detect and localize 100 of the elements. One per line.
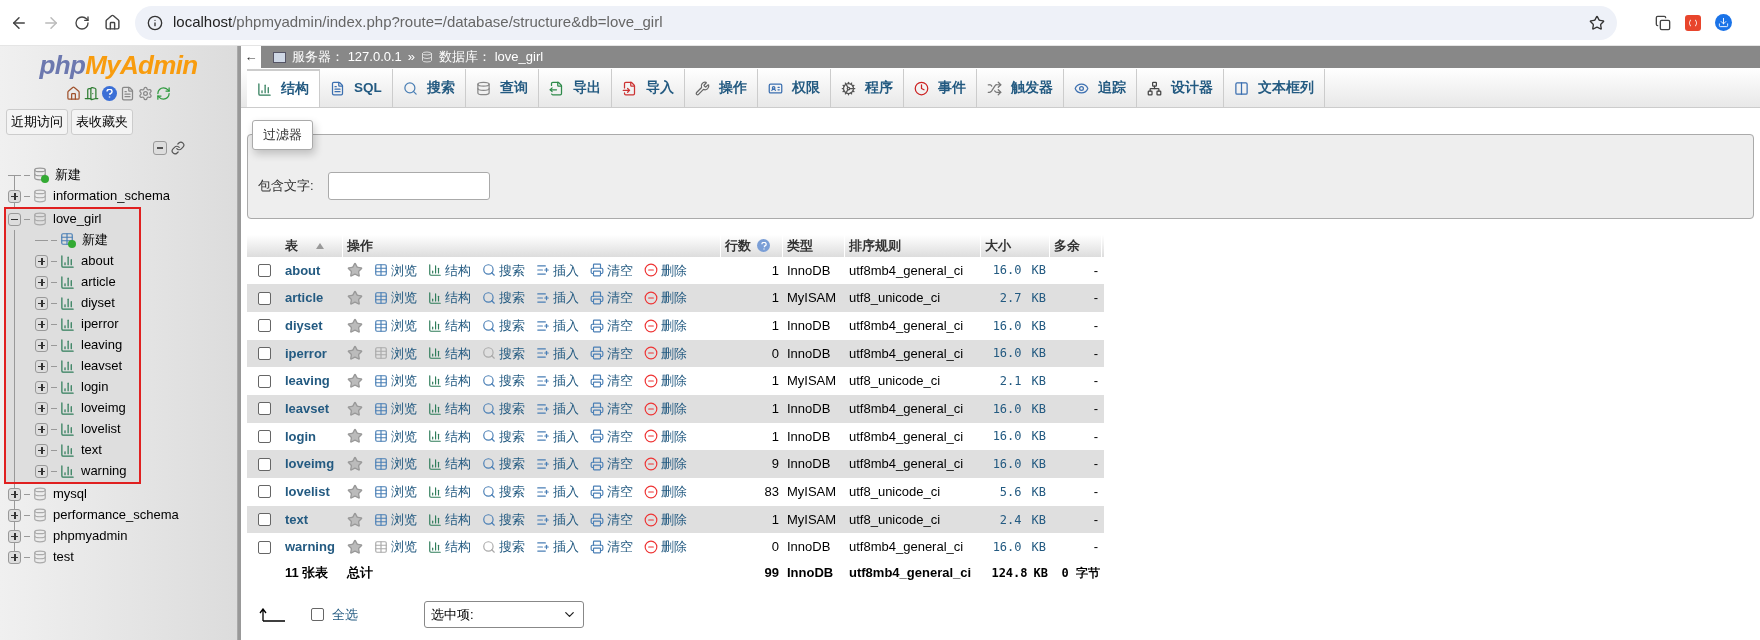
search-link[interactable]: 搜索 <box>482 537 525 557</box>
row-checkbox[interactable] <box>257 346 271 360</box>
structure-link[interactable]: 结构 <box>428 260 471 281</box>
size-value[interactable]: 16.0 <box>992 455 1022 474</box>
structure-link[interactable]: 结构 <box>428 371 471 391</box>
expand-toggle[interactable] <box>8 550 21 564</box>
row-checkbox[interactable] <box>257 513 271 527</box>
row-checkbox[interactable] <box>257 485 271 499</box>
table-name[interactable]: loveimg <box>81 398 126 418</box>
database-name[interactable]: information_schema <box>53 186 171 206</box>
tab[interactable]: 结构 <box>247 69 320 107</box>
tab[interactable]: 追踪 <box>1063 69 1137 107</box>
search-link[interactable]: 搜索 <box>482 426 525 447</box>
insert-link[interactable]: 插入 <box>536 343 579 364</box>
empty-link[interactable]: 清空 <box>590 537 633 557</box>
structure-link[interactable]: 结构 <box>428 454 471 474</box>
insert-link[interactable]: 插入 <box>536 509 579 530</box>
structure-link[interactable]: 结构 <box>428 426 471 447</box>
favorite-star-icon[interactable] <box>347 456 363 473</box>
table-name[interactable]: text <box>81 440 102 460</box>
browse-link[interactable]: 浏览 <box>374 454 417 474</box>
tab[interactable]: 操作 <box>684 69 758 107</box>
drop-link[interactable]: 删除 <box>644 509 687 530</box>
search-link[interactable]: 搜索 <box>482 482 525 502</box>
structure-link[interactable]: 结构 <box>428 343 471 364</box>
insert-link[interactable]: 插入 <box>536 260 579 281</box>
favorite-star-icon[interactable] <box>347 317 363 334</box>
browse-link[interactable]: 浏览 <box>374 315 417 336</box>
size-value[interactable]: 16.0 <box>992 399 1022 418</box>
browse-link[interactable]: 浏览 <box>374 509 417 530</box>
favorite-star-icon[interactable] <box>347 373 363 390</box>
favorite-star-icon[interactable] <box>347 262 363 279</box>
browse-link[interactable]: 浏览 <box>374 426 417 447</box>
expand-toggle[interactable] <box>35 275 48 289</box>
empty-link[interactable]: 清空 <box>590 288 633 308</box>
expand-toggle[interactable] <box>35 254 48 268</box>
expand-toggle[interactable] <box>35 380 48 394</box>
structure-link[interactable]: 结构 <box>428 537 471 557</box>
expand-toggle[interactable] <box>35 359 48 373</box>
table-name-link[interactable]: warning <box>285 539 335 555</box>
help-icon[interactable] <box>102 86 117 101</box>
empty-link[interactable]: 清空 <box>590 454 633 474</box>
drop-link[interactable]: 删除 <box>644 399 687 419</box>
insert-link[interactable]: 插入 <box>536 315 579 336</box>
search-link[interactable]: 搜索 <box>482 260 525 281</box>
row-checkbox[interactable] <box>311 608 324 622</box>
bulk-action-select[interactable]: 选中项: <box>424 601 584 629</box>
table-name-link[interactable]: article <box>285 290 324 306</box>
tab[interactable]: 查询 <box>465 69 539 107</box>
size-value[interactable]: 2.1 <box>999 372 1022 391</box>
structure-link[interactable]: 结构 <box>428 288 471 308</box>
database-name[interactable]: phpmyadmin <box>53 526 128 546</box>
home-icon[interactable] <box>66 86 81 101</box>
collapse-all-icon[interactable] <box>153 140 167 155</box>
search-link[interactable]: 搜索 <box>482 288 525 308</box>
size-value[interactable]: 16.0 <box>992 538 1022 557</box>
expand-toggle[interactable] <box>8 189 21 203</box>
browse-link[interactable]: 浏览 <box>374 482 417 502</box>
expand-toggle[interactable] <box>35 464 48 478</box>
reload-icon[interactable] <box>74 14 90 31</box>
table-name[interactable]: login <box>81 377 109 397</box>
browse-link[interactable]: 浏览 <box>374 399 417 419</box>
insert-link[interactable]: 插入 <box>536 288 579 308</box>
favorite-star-icon[interactable] <box>347 428 363 445</box>
help-icon[interactable] <box>757 239 770 252</box>
recent-button[interactable]: 近期访问 <box>6 109 68 135</box>
info-icon[interactable] <box>147 14 163 31</box>
drop-link[interactable]: 删除 <box>644 426 687 447</box>
select-all-label[interactable]: 全选 <box>332 604 358 625</box>
table-name-link[interactable]: iperror <box>285 345 327 361</box>
table-name[interactable]: iperror <box>81 314 119 334</box>
database-name[interactable]: love_girl <box>53 209 102 229</box>
table-name-link[interactable]: text <box>285 511 309 527</box>
link-icon[interactable] <box>171 140 185 155</box>
tab[interactable]: 权限 <box>757 69 831 107</box>
extension-braces-icon[interactable] <box>1685 14 1701 31</box>
insert-link[interactable]: 插入 <box>536 371 579 391</box>
home-icon[interactable] <box>104 14 121 31</box>
table-name-link[interactable]: diyset <box>285 317 323 333</box>
search-link[interactable]: 搜索 <box>482 343 525 364</box>
table-name-link[interactable]: login <box>285 428 317 444</box>
collapse-toggle[interactable] <box>8 212 21 226</box>
table-name[interactable]: about <box>81 251 114 271</box>
size-value[interactable]: 5.6 <box>999 482 1022 501</box>
drop-link[interactable]: 删除 <box>644 454 687 474</box>
browse-link[interactable]: 浏览 <box>374 260 417 281</box>
database-name[interactable]: mysql <box>53 484 87 504</box>
filter-input[interactable] <box>327 171 490 200</box>
insert-link[interactable]: 插入 <box>536 482 579 502</box>
table-name[interactable]: leavset <box>81 356 123 376</box>
size-value[interactable]: 16.0 <box>992 316 1022 335</box>
empty-link[interactable]: 清空 <box>590 315 633 336</box>
search-link[interactable]: 搜索 <box>482 399 525 419</box>
expand-toggle[interactable] <box>35 338 48 352</box>
tab[interactable]: 设计器 <box>1136 69 1224 107</box>
size-value[interactable]: 16.0 <box>992 427 1022 446</box>
browse-link[interactable]: 浏览 <box>374 343 417 364</box>
drop-link[interactable]: 删除 <box>644 343 687 364</box>
address-bar[interactable]: localhost/phpmyadmin/index.php?route=/database/structure&db=love_girl <box>135 5 1617 40</box>
table-name-link[interactable]: leaving <box>285 373 330 389</box>
